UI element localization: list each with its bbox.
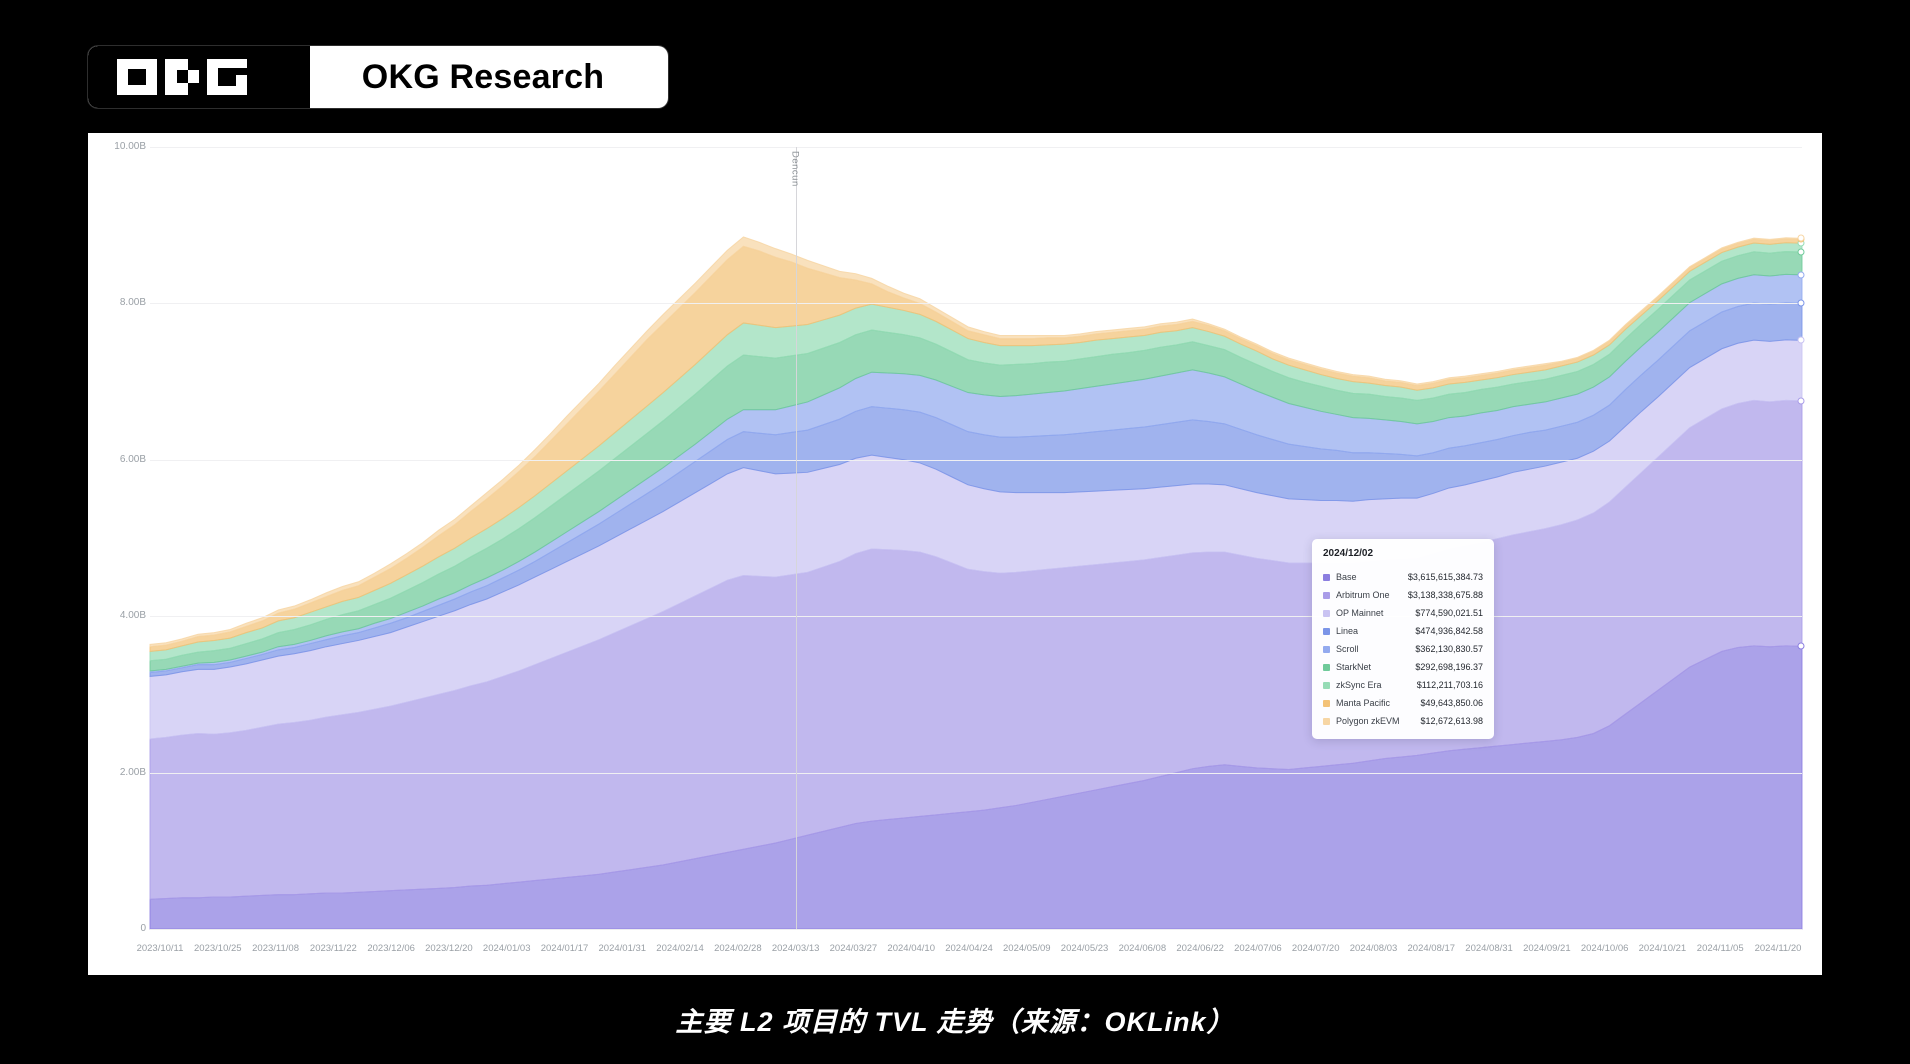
okg-logo-icon bbox=[88, 46, 310, 108]
series-name: Manta Pacific bbox=[1336, 698, 1391, 708]
x-axis-tick-label: 2024/05/09 bbox=[1003, 943, 1051, 954]
series-name: OP Mainnet bbox=[1336, 608, 1384, 618]
chart-panel: 0 2.00B 4.00B 6.00B 8.00B 10.00B 2023/10/11 202… bbox=[88, 133, 1822, 975]
x-axis-tick-label: 2024/08/17 bbox=[1407, 943, 1456, 954]
x-axis-tick-label: 2024/01/03 bbox=[482, 943, 531, 954]
dencun-marker-line bbox=[795, 147, 797, 929]
x-axis-tick-label: 2024/05/23 bbox=[1060, 943, 1109, 954]
x-axis-tick-label: 2024/11/05 bbox=[1696, 943, 1744, 954]
x-axis-tick-label: 2023/11/22 bbox=[309, 943, 357, 954]
x-axis-tick-label: 2024/09/21 bbox=[1523, 943, 1571, 954]
series-color-swatch bbox=[1323, 717, 1330, 725]
series-name: Arbitrum One bbox=[1336, 590, 1390, 600]
hover-marker-arbitrum-one bbox=[1797, 397, 1805, 405]
tooltip-row: Polygon zkEVM $12,672,613.98 bbox=[1323, 712, 1483, 730]
series-name: StarkNet bbox=[1336, 662, 1372, 672]
tooltip-row: Base $3,615,615,384.73 bbox=[1323, 568, 1483, 586]
x-axis-tick-label: 2024/01/31 bbox=[598, 943, 647, 954]
x-axis-tick-label: 2024/06/22 bbox=[1176, 943, 1224, 954]
y-gridline bbox=[150, 303, 1802, 305]
x-axis-tick-label: 2024/01/17 bbox=[540, 943, 589, 954]
hover-marker-starknet bbox=[1797, 248, 1805, 256]
hover-marker-op-mainnet bbox=[1797, 336, 1805, 344]
y-gridline bbox=[150, 147, 1802, 148]
tooltip-date: 2024/12/02 bbox=[1323, 548, 1374, 559]
tooltip-row: zkSync Era $112,211,703.16 bbox=[1323, 676, 1483, 694]
series-color-swatch bbox=[1323, 609, 1330, 617]
series-color-swatch bbox=[1323, 573, 1330, 581]
x-axis-tick-label: 2024/10/21 bbox=[1638, 943, 1687, 954]
x-axis-tick-label: 2024/03/13 bbox=[771, 943, 820, 954]
x-axis-tick-label: 2024/11/20 bbox=[1754, 943, 1802, 954]
figure-caption: 主要 L2 项目的 TVL 走势（来源：OKLink） bbox=[675, 1007, 1235, 1037]
x-axis-tick-label: 2024/02/14 bbox=[656, 943, 704, 954]
y-axis-tick-label: 8.00B bbox=[119, 297, 146, 309]
y-axis-tick-label: 2.00B bbox=[119, 766, 146, 778]
tooltip-row: Manta Pacific $49,643,850.06 bbox=[1323, 694, 1483, 712]
hover-marker-scroll bbox=[1797, 271, 1805, 279]
tooltip-row: Scroll $362,130,830.57 bbox=[1323, 640, 1483, 658]
series-value: $112,211,703.16 bbox=[1416, 680, 1483, 690]
x-axis-tick-label: 2023/10/25 bbox=[194, 943, 242, 954]
x-axis-tick-label: 2024/08/31 bbox=[1465, 943, 1513, 954]
series-name: Scroll bbox=[1336, 644, 1359, 654]
series-value: $362,130,830.57 bbox=[1415, 644, 1483, 654]
x-axis-tick-label: 2024/07/20 bbox=[1291, 943, 1340, 954]
x-axis-tick-label: 2024/07/06 bbox=[1234, 943, 1282, 954]
x-axis-tick-label: 2024/04/10 bbox=[887, 943, 935, 954]
plot-area[interactable]: 0 2.00B 4.00B 6.00B 8.00B 10.00B 2023/10/11 202… bbox=[88, 133, 1822, 975]
series-name: Base bbox=[1336, 572, 1357, 582]
x-axis-tick-label: 2024/03/27 bbox=[829, 943, 878, 954]
series-color-swatch bbox=[1323, 699, 1330, 707]
series-value: $292,698,196.37 bbox=[1415, 662, 1483, 672]
tooltip-rows: Base $3,615,615,384.73 Arbitrum One $3,138,… bbox=[1323, 568, 1483, 730]
brand-title: OKG Research bbox=[361, 57, 605, 96]
x-axis-tick-label: 2024/04/24 bbox=[945, 943, 993, 954]
tooltip-row: StarkNet $292,698,196.37 bbox=[1323, 658, 1483, 676]
series-name: Linea bbox=[1336, 626, 1359, 636]
series-color-swatch bbox=[1323, 663, 1330, 671]
series-color-swatch bbox=[1323, 627, 1330, 635]
hover-marker-polygon-zkevm bbox=[1797, 234, 1805, 242]
hover-marker-base bbox=[1797, 642, 1805, 650]
x-axis-baseline bbox=[150, 929, 1802, 930]
x-axis-tick-label: 2023/11/08 bbox=[252, 943, 299, 954]
y-axis-tick-label: 0 bbox=[140, 923, 146, 934]
y-gridline bbox=[150, 616, 1802, 618]
y-gridline bbox=[150, 459, 1802, 461]
series-value: $3,615,615,384.73 bbox=[1407, 572, 1483, 582]
y-axis-tick-label: 4.00B bbox=[119, 610, 146, 622]
x-axis-tick-label: 2024/06/08 bbox=[1118, 943, 1167, 954]
series-color-swatch bbox=[1323, 645, 1330, 653]
dencun-label: Dencun bbox=[789, 151, 801, 187]
series-color-swatch bbox=[1323, 681, 1330, 689]
x-axis-tick-label: 2023/12/20 bbox=[425, 943, 473, 954]
y-axis-tick-label: 6.00B bbox=[119, 453, 146, 465]
stacked-area-series bbox=[149, 236, 1803, 930]
tooltip-row: Linea $474,936,842.58 bbox=[1323, 622, 1483, 640]
x-axis-tick-label: 2024/08/03 bbox=[1349, 943, 1398, 954]
x-axis-tick-label: 2024/02/28 bbox=[714, 943, 762, 954]
series-value: $12,672,613.98 bbox=[1420, 716, 1483, 726]
tooltip-row: OP Mainnet $774,590,021.51 bbox=[1323, 604, 1483, 622]
series-value: $474,936,842.58 bbox=[1415, 626, 1483, 636]
series-value: $49,643,850.06 bbox=[1420, 698, 1483, 708]
hover-marker-linea bbox=[1797, 299, 1805, 307]
series-value: $774,590,021.51 bbox=[1415, 608, 1483, 618]
x-axis-tick-label: 2024/10/06 bbox=[1580, 943, 1629, 954]
series-value: $3,138,338,675.88 bbox=[1407, 590, 1483, 600]
brand-bar: OKG Research bbox=[88, 46, 668, 108]
series-name: zkSync Era bbox=[1336, 680, 1382, 690]
tooltip-row: Arbitrum One $3,138,338,675.88 bbox=[1323, 586, 1483, 604]
series-color-swatch bbox=[1323, 591, 1330, 599]
x-axis-tick-label: 2023/10/11 bbox=[136, 943, 184, 954]
y-axis-tick-label: 10.00B bbox=[114, 141, 146, 152]
series-name: Polygon zkEVM bbox=[1336, 716, 1400, 726]
x-axis-tick-label: 2023/12/06 bbox=[367, 943, 415, 954]
screenshot-root: OKG Research 0 2.00B 4.00B 6.00B 8.00B 10.00B… bbox=[0, 0, 1910, 1064]
y-gridline bbox=[150, 772, 1802, 774]
chart-tooltip: 2024/12/02 Base $3,615,615,384.73 Arbitrum… bbox=[1312, 539, 1494, 739]
